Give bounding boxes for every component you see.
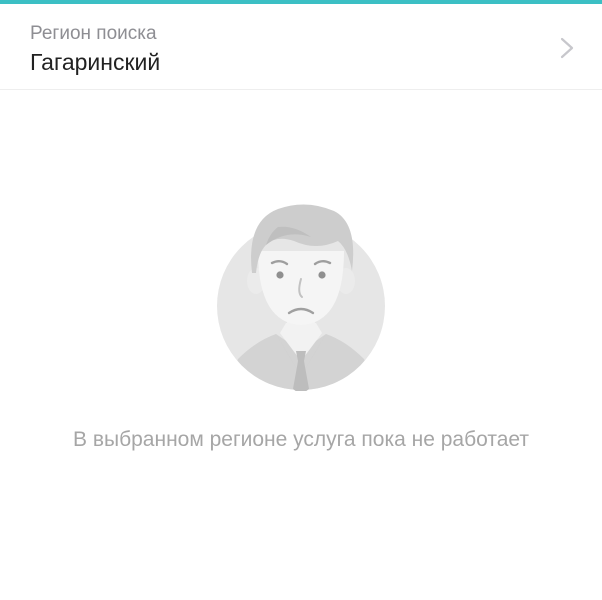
empty-state-message: В выбранном регионе услуга пока не работ… <box>73 428 529 451</box>
empty-state: В выбранном регионе услуга пока не работ… <box>0 91 602 600</box>
region-caption: Регион поиска <box>30 23 157 44</box>
chevron-right-icon <box>560 37 574 59</box>
region-selector[interactable]: Регион поиска Гагаринский <box>0 4 602 90</box>
region-value: Гагаринский <box>30 49 161 75</box>
sad-person-illustration <box>217 204 385 391</box>
